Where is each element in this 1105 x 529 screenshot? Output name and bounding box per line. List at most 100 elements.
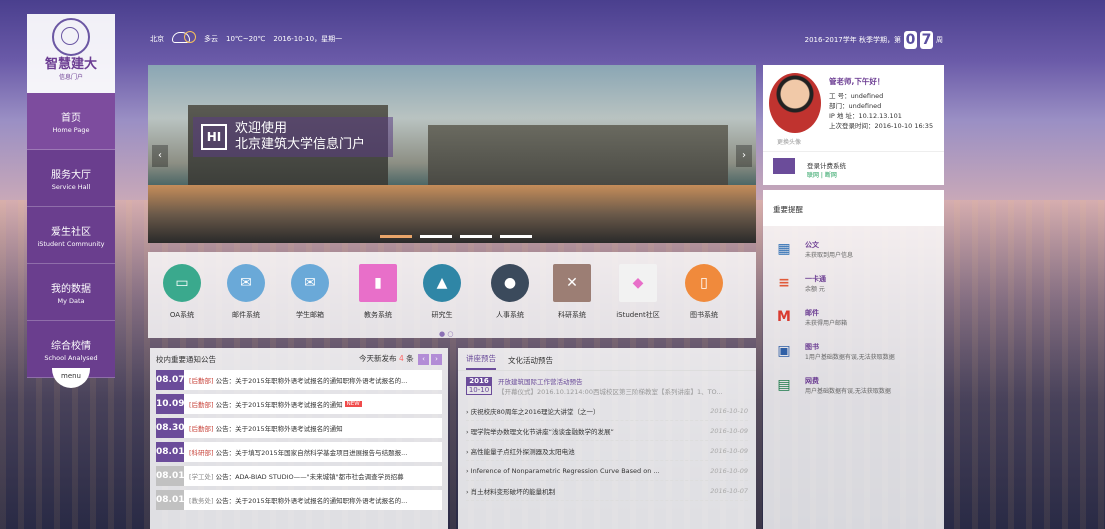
week-digit: 0 xyxy=(904,31,917,49)
lecture-row[interactable]: › 理学院举办数理文化节讲座“浅谈金融数学的发展” 2016-10-09 xyxy=(466,421,748,441)
book-monitor-icon: ▣ xyxy=(777,343,791,359)
notice-panel: 校内重要通知公告 今天新发布 4 条 ‹ › 08.07 [后勤部] 公告：关于201… xyxy=(150,348,448,529)
notice-tag: [科研部] xyxy=(189,449,214,457)
avatar[interactable] xyxy=(769,73,821,133)
app-pager[interactable]: ● ○ xyxy=(439,330,453,338)
lecture-date: 2016-10-09 xyxy=(710,446,748,455)
lecture-date: 2016-10-09 xyxy=(710,426,748,435)
tab-culture[interactable]: 文化活动预告 xyxy=(508,355,553,370)
tab-lectures[interactable]: 讲座预告 xyxy=(466,353,496,370)
billing-login[interactable]: 登录计费系统 联网 | 断网 xyxy=(763,151,944,186)
today-count: 4 xyxy=(398,354,404,363)
app-tile[interactable]: ▲ 研究生 xyxy=(412,264,472,320)
week-suffix: 周 xyxy=(936,36,943,44)
card-list-icon: ≡ xyxy=(778,275,790,291)
banner-welcome: HI 欢迎使用 北京建筑大学信息门户 xyxy=(193,117,393,157)
app-tile[interactable]: ✉ 邮件系统 xyxy=(216,264,276,320)
tools-icon: ✕ xyxy=(553,264,591,302)
sidebar-nav: 首页 Home Page 服务大厅 Service Hall 爱生社区 iStuden… xyxy=(27,93,115,378)
app-label: 图书系统 xyxy=(690,311,718,319)
lecture-date: 2016-10-07 xyxy=(710,486,748,495)
notice-row[interactable]: 08.01 [教务处] 公告：关于2015年职称外语考试报名的通知职称外语考试报名的… xyxy=(156,490,442,510)
reminder-item[interactable]: ▣ 图书 1用户基础数据有误,无法获取数据 xyxy=(773,340,944,362)
notice-tag: [后勤部] xyxy=(189,401,214,409)
carousel-dot[interactable] xyxy=(460,235,492,238)
app-tile[interactable]: ▯ 图书系统 xyxy=(674,264,734,320)
notice-text: 公告：关于2015年职称外语考试报名的通知职称外语考试报名的... xyxy=(215,377,408,385)
carousel-dot[interactable] xyxy=(380,235,412,238)
nav-sublabel: Service Hall xyxy=(51,182,91,191)
lecture-row[interactable]: › Inference of Nonparametric Regression … xyxy=(466,461,748,481)
app-tile[interactable]: ✕ 科研系统 xyxy=(542,264,602,320)
lecture-title: › 庆祝校庆80周年之2016理论大讲堂（之一） xyxy=(466,407,600,416)
notice-next-button[interactable]: › xyxy=(431,354,442,365)
nav-sublabel: My Data xyxy=(57,296,85,305)
reminder-item[interactable]: M 邮件 未获得用户邮箱 xyxy=(773,306,944,328)
lecture-tabs: 讲座预告 文化活动预告 xyxy=(458,348,756,371)
app-tile[interactable]: ◆ iStudent社区 xyxy=(608,264,668,320)
carousel-indicators xyxy=(380,235,532,238)
today-count-suffix: 条 xyxy=(406,354,414,363)
lecture-row[interactable]: › 高性能量子点红外探测器及太阳电池 2016-10-09 xyxy=(466,441,748,461)
reminder-panel: 重要提醒 ▦ 公文 未获取到用户信息 ≡ 一卡通 余额 元 M 邮件 未获得用户邮箱 ▣ 图书 1用户… xyxy=(763,190,944,529)
notice-row[interactable]: 08.01 [科研部] 公告：关于填写2015年国家自然科学基金项目进展报告与结题报… xyxy=(156,442,442,462)
change-avatar-link[interactable]: 更换头像 xyxy=(777,137,801,146)
app-label: 人事系统 xyxy=(496,311,524,319)
notice-row[interactable]: 08.01 [学工处] 公告：ADA-BIAD STUDIO——"未来城镇"都市社会… xyxy=(156,466,442,486)
book-icon: ▮ xyxy=(359,264,397,302)
user-panel: 更换头像 管老师,下午好！ 工 号：undefined 部门：undefined… xyxy=(763,65,944,185)
week-digit: 7 xyxy=(920,31,933,49)
lecture-title: › 肖土材料变形破坏的能量机制 xyxy=(466,487,556,496)
weather-text: 多云 xyxy=(204,34,218,43)
notice-prev-button[interactable]: ‹ xyxy=(418,354,429,365)
nav-item-service-hall[interactable]: 服务大厅 Service Hall xyxy=(27,150,115,207)
featured-lecture[interactable]: 2016 10-10 开放建筑国际工作营活动预告 【开幕仪式】2016.10.1… xyxy=(466,377,748,397)
term-text: 2016-2017学年 秋季学期，第 xyxy=(804,36,901,44)
lecture-row[interactable]: › 庆祝校庆80周年之2016理论大讲堂（之一） 2016-10-10 xyxy=(466,401,748,421)
billing-login-title[interactable]: 登录计费系统 xyxy=(807,160,846,170)
network-links[interactable]: 联网 | 断网 xyxy=(807,170,837,179)
notice-row[interactable]: 08.07 [后勤部] 公告：关于2015年职称外语考试报名的通知职称外语考试报名的… xyxy=(156,370,442,390)
app-tile[interactable]: ✉ 学生邮箱 xyxy=(280,264,340,320)
nav-item-community[interactable]: 爱生社区 iStudent Community xyxy=(27,207,115,264)
reminder-desc: 1用户基础数据有误,无法获取数据 xyxy=(805,353,895,361)
banner-carousel[interactable]: HI 欢迎使用 北京建筑大学信息门户 ‹ › xyxy=(148,65,756,243)
lecture-row[interactable]: › 肖土材料变形破坏的能量机制 2016-10-07 xyxy=(466,481,748,501)
app-tile[interactable]: ▭ OA系统 xyxy=(152,264,212,320)
carousel-next-button[interactable]: › xyxy=(736,145,752,167)
nav-sublabel: Home Page xyxy=(52,125,90,134)
reminder-desc: 未获取到用户信息 xyxy=(805,251,854,259)
notice-date: 08.30 xyxy=(156,418,184,438)
user-id: 工 号：undefined xyxy=(829,92,884,100)
nav-item-home[interactable]: 首页 Home Page xyxy=(27,93,115,150)
carousel-dot[interactable] xyxy=(420,235,452,238)
reminder-item[interactable]: ≡ 一卡通 余额 元 xyxy=(773,272,944,294)
notice-row[interactable]: 08.30 [后勤部] 公告：关于2015年职称外语考试报名的通知 xyxy=(156,418,442,438)
notice-date: 08.01 xyxy=(156,466,184,486)
lecture-date: 2016-10-09 xyxy=(710,466,748,475)
app-tile[interactable]: ● 人事系统 xyxy=(480,264,540,320)
carousel-dot[interactable] xyxy=(500,235,532,238)
logo-name: 智慧建大 xyxy=(44,57,97,72)
lecture-title: › 理学院举办数理文化节讲座“浅谈金融数学的发展” xyxy=(466,427,614,436)
nav-item-my-data[interactable]: 我的数据 My Data xyxy=(27,264,115,321)
app-tile[interactable]: ▮ 教务系统 xyxy=(348,264,408,320)
weather-info: 北京 多云 10℃~20℃ 2016-10-10，星期一 xyxy=(150,31,342,45)
city: 北京 xyxy=(150,34,164,43)
user-dept: 部门：undefined xyxy=(829,102,882,110)
featured-year: 2016 xyxy=(466,377,492,385)
app-label: 科研系统 xyxy=(558,311,586,319)
app-label: OA系统 xyxy=(169,311,195,319)
term-info: 2016-2017学年 秋季学期，第 0 7 周 xyxy=(805,31,943,49)
reminder-item[interactable]: ▤ 网费 用户基础数据有误,无法获取数据 xyxy=(773,374,944,396)
reminder-item[interactable]: ▦ 公文 未获取到用户信息 xyxy=(773,238,944,260)
carousel-prev-button[interactable]: ‹ xyxy=(152,145,168,167)
welcome-title: 北京建筑大学信息门户 xyxy=(235,137,366,152)
notice-date: 08.07 xyxy=(156,370,184,390)
reminder-name: 一卡通 xyxy=(805,274,826,283)
istudent-icon: ◆ xyxy=(619,264,657,302)
logo[interactable]: 智慧建大 信息门户 xyxy=(27,18,115,93)
notice-row[interactable]: 10.09 [后勤部] 公告：关于2015年职称外语考试报名的通知 NEW xyxy=(156,394,442,414)
sidebar: 智慧建大 信息门户 首页 Home Page 服务大厅 Service Hall 爱… xyxy=(27,14,115,378)
university-seal-icon xyxy=(52,18,90,56)
